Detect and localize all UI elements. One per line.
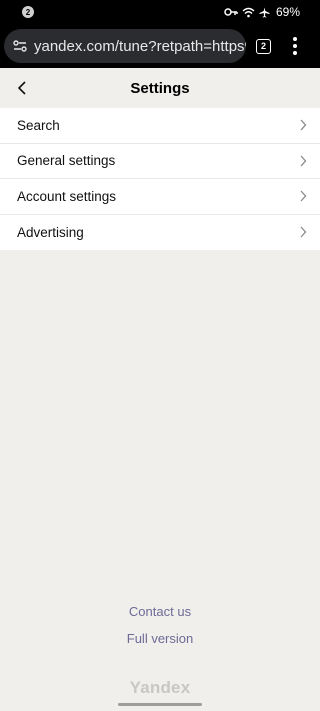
settings-item-label: General settings	[17, 153, 116, 169]
chevron-right-icon	[300, 119, 307, 131]
more-options-icon[interactable]	[292, 36, 298, 56]
chevron-left-icon	[17, 81, 26, 95]
notification-badge: 2	[22, 6, 34, 18]
settings-item-label: Advertising	[17, 224, 84, 240]
settings-item-general[interactable]: General settings	[0, 144, 320, 179]
page-header: Settings	[0, 68, 320, 108]
wifi-icon	[242, 7, 255, 17]
settings-item-label: Search	[17, 117, 60, 133]
settings-item-label: Account settings	[17, 188, 117, 204]
page-title: Settings	[130, 79, 190, 97]
gesture-navigation-bar[interactable]	[118, 703, 202, 706]
chevron-right-icon	[300, 226, 307, 238]
back-button[interactable]	[12, 78, 32, 98]
address-bar[interactable]: yandex.com/tune?retpath=https%3	[4, 29, 246, 63]
battery-level: 69%	[275, 5, 300, 19]
vpn-key-icon	[224, 8, 238, 16]
status-bar: 2 69%	[0, 0, 320, 24]
settings-item-account[interactable]: Account settings	[0, 179, 320, 215]
browser-toolbar: yandex.com/tune?retpath=https%3 2	[0, 24, 320, 68]
full-version-link[interactable]: Full version	[0, 631, 320, 646]
settings-list: Search General settings Account settings…	[0, 108, 320, 250]
chevron-right-icon	[300, 190, 307, 202]
chevron-right-icon	[300, 155, 307, 167]
url-text[interactable]: yandex.com/tune?retpath=https%3	[34, 38, 246, 55]
status-icons: 69%	[224, 5, 300, 19]
tab-switcher-button[interactable]: 2	[256, 38, 271, 54]
site-settings-icon[interactable]	[12, 38, 28, 54]
airplane-mode-icon	[259, 7, 270, 18]
contact-us-link[interactable]: Contact us	[0, 604, 320, 619]
settings-item-search[interactable]: Search	[0, 108, 320, 144]
settings-item-advertising[interactable]: Advertising	[0, 215, 320, 251]
yandex-logo: Yandex	[129, 678, 191, 697]
